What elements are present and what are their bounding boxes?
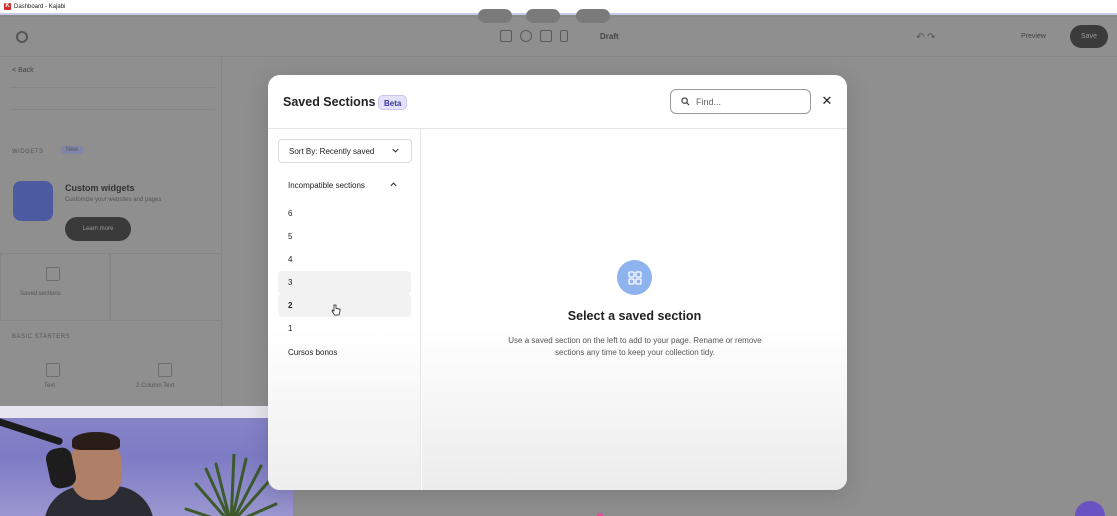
- section-item[interactable]: Cursos bonos: [278, 341, 411, 364]
- browser-tab-title[interactable]: Dashboard - Kajabi: [14, 4, 65, 10]
- laptop-view-icon[interactable]: [540, 30, 552, 42]
- custom-widgets-title: Custom widgets: [65, 183, 135, 193]
- section-item[interactable]: 3: [278, 271, 411, 294]
- tablet-view-icon[interactable]: [520, 30, 532, 42]
- editor-toolbar: Draft ↶ ↷ Preview Save: [0, 17, 1117, 57]
- empty-tile: [110, 253, 222, 321]
- presenter-hair: [72, 432, 120, 450]
- saved-sections-icon: [46, 267, 60, 281]
- text-starter-icon[interactable]: [46, 363, 60, 377]
- save-button[interactable]: Save: [1070, 25, 1108, 48]
- section-item[interactable]: 1: [278, 317, 411, 340]
- modal-header: Saved Sections Beta ✕: [268, 75, 847, 129]
- hand-cursor-icon: [331, 304, 341, 316]
- webcam-overlay: [0, 406, 293, 516]
- beta-badge: Beta: [378, 95, 408, 110]
- modal-title: Saved Sections: [283, 95, 376, 109]
- section-item[interactable]: 4: [278, 248, 411, 271]
- webcam-shelf: [0, 406, 293, 418]
- chevron-down-icon: [392, 148, 399, 153]
- draft-label: Draft: [600, 32, 619, 41]
- custom-widgets-icon: [13, 181, 53, 221]
- empty-state-title: Select a saved section: [567, 309, 702, 323]
- search-input[interactable]: [696, 96, 796, 107]
- microphone-arm: [0, 417, 64, 446]
- section-preview-panel: Select a saved section Use a saved secti…: [422, 129, 847, 490]
- saved-sections-tile[interactable]: [0, 253, 110, 321]
- divider: [10, 109, 215, 110]
- incompatible-sections-toggle[interactable]: Incompatible sections: [288, 181, 398, 190]
- preview-button[interactable]: Preview: [1021, 33, 1046, 40]
- custom-widgets-subtitle: Customize your websites and pages: [65, 197, 162, 203]
- basic-starters-heading: BASIC STARTERS: [12, 334, 71, 340]
- section-item[interactable]: 6: [278, 202, 411, 225]
- grid-glyph-icon: [627, 270, 642, 285]
- device-switcher: [500, 30, 568, 42]
- saved-sections-tile-label: Saved sections: [20, 291, 61, 297]
- editor-back-icon[interactable]: [16, 31, 28, 43]
- sort-dropdown[interactable]: Sort By: Recently saved: [278, 139, 412, 163]
- divider: [10, 87, 215, 88]
- group-label: Incompatible sections: [288, 181, 365, 190]
- search-icon: [681, 97, 690, 106]
- mobile-view-icon[interactable]: [560, 30, 568, 42]
- two-column-text-icon[interactable]: [158, 363, 172, 377]
- saved-sections-modal: Saved Sections Beta ✕ Sort By: Recently …: [268, 75, 847, 490]
- text-starter-label: Text: [44, 383, 56, 389]
- close-icon[interactable]: ✕: [819, 93, 835, 109]
- chevron-up-icon: [390, 182, 397, 187]
- sidebar-back-link[interactable]: < Back: [12, 67, 34, 74]
- learn-more-button[interactable]: Learn more: [65, 217, 131, 241]
- chat-launcher-icon[interactable]: [1075, 501, 1105, 516]
- desktop-view-icon[interactable]: [500, 30, 512, 42]
- new-badge: New: [61, 146, 84, 154]
- section-item[interactable]: 5: [278, 225, 411, 248]
- find-field[interactable]: [670, 89, 811, 114]
- saved-sections-list-panel: Sort By: Recently saved Incompatible sec…: [268, 129, 421, 490]
- section-item-selected[interactable]: 2: [278, 294, 411, 317]
- kajabi-logo-icon: K: [4, 3, 11, 10]
- two-column-text-label: 2 Column Text: [136, 383, 175, 389]
- undo-redo-icons[interactable]: ↶ ↷: [916, 32, 936, 43]
- sort-label: Sort By: Recently saved: [289, 146, 375, 156]
- empty-state-description: Use a saved section on the left to add t…: [508, 336, 762, 357]
- grid-icon: [617, 260, 652, 295]
- widgets-heading: WIDGETS: [12, 149, 44, 155]
